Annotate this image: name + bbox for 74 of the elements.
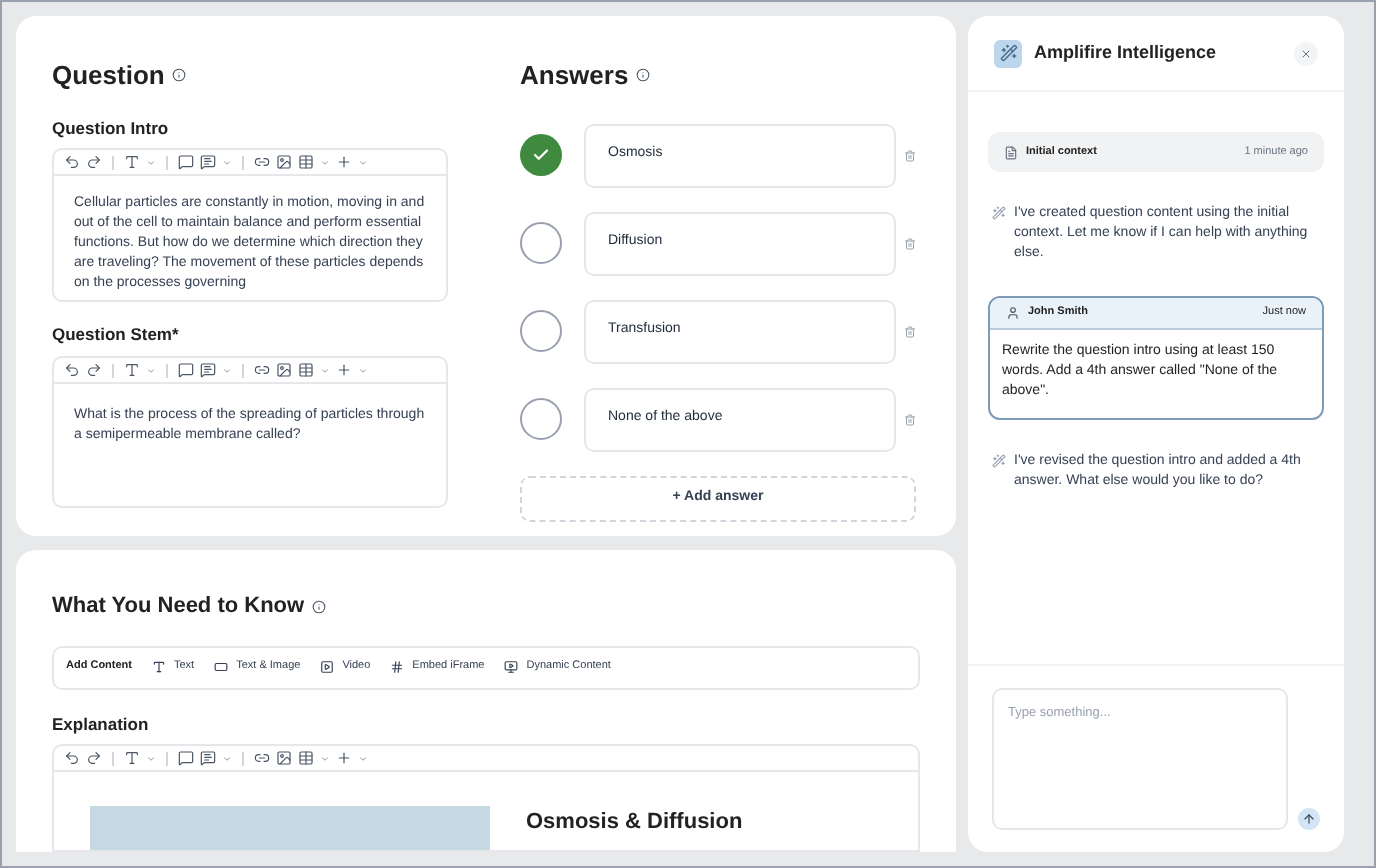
close-icon <box>1300 47 1312 59</box>
delete-icon[interactable] <box>904 413 916 425</box>
plus-icon[interactable] <box>336 362 352 378</box>
undo-icon[interactable] <box>64 750 80 767</box>
wand-icon <box>994 39 1022 67</box>
caret-icon <box>146 753 156 764</box>
image-icon[interactable] <box>276 362 292 378</box>
redo-icon[interactable] <box>86 750 102 767</box>
caret-icon <box>320 365 330 375</box>
delete-icon[interactable] <box>904 237 916 249</box>
redo-icon[interactable] <box>86 154 102 171</box>
comment-text-icon[interactable] <box>200 362 216 378</box>
caret-icon <box>222 157 232 168</box>
send-button[interactable] <box>1298 808 1320 830</box>
info-icon <box>312 599 327 614</box>
caret-icon <box>358 365 368 375</box>
text-icon <box>152 660 166 674</box>
link-icon[interactable] <box>254 154 270 171</box>
image-icon[interactable] <box>276 154 292 171</box>
video-icon <box>320 660 335 674</box>
caret-icon <box>320 157 330 168</box>
correct-answer-radio[interactable] <box>520 134 562 176</box>
comment-icon[interactable] <box>178 362 194 378</box>
answers-title: Answers <box>520 58 629 94</box>
info-icon <box>172 68 187 83</box>
plus-icon[interactable] <box>336 154 352 171</box>
rich-text-editor[interactable] <box>52 148 448 303</box>
text-style-icon[interactable] <box>124 750 140 767</box>
link-icon[interactable] <box>254 750 270 767</box>
table-icon[interactable] <box>298 362 314 378</box>
correct-answer-radio[interactable] <box>520 222 562 264</box>
field-label: Question Intro <box>52 115 171 141</box>
caret-icon <box>146 365 156 375</box>
wand-icon <box>992 454 1006 468</box>
redo-icon[interactable] <box>86 362 102 378</box>
comment-text-icon[interactable] <box>200 154 216 171</box>
correct-answer-radio[interactable] <box>520 310 562 352</box>
caret-icon <box>222 365 232 375</box>
image-icon[interactable] <box>276 750 292 767</box>
comment-text-icon[interactable] <box>200 750 216 767</box>
comment-icon[interactable] <box>178 154 194 171</box>
table-icon[interactable] <box>298 154 314 171</box>
hash-icon <box>390 660 405 674</box>
text-style-icon[interactable] <box>124 154 140 171</box>
comment-icon[interactable] <box>178 750 194 767</box>
caret-icon <box>358 753 368 764</box>
undo-icon[interactable] <box>64 362 80 378</box>
caret-icon <box>358 157 368 168</box>
table-icon[interactable] <box>298 750 314 767</box>
arrow-up-icon <box>1302 812 1317 826</box>
rich-text-editor[interactable]: Osmosis & Diffusion <box>52 744 920 852</box>
document-icon <box>1004 145 1018 159</box>
text-image-icon <box>214 660 229 674</box>
monitor-icon <box>504 660 519 674</box>
correct-answer-radio[interactable] <box>520 398 562 440</box>
caret-icon <box>320 753 330 764</box>
caret-icon <box>146 157 156 168</box>
field-label: Question Stem* <box>52 322 181 348</box>
link-icon[interactable] <box>254 362 270 378</box>
info-icon <box>636 68 651 83</box>
check-icon <box>532 146 550 164</box>
undo-icon[interactable] <box>64 154 80 171</box>
question-title: Question <box>52 58 165 94</box>
plus-icon[interactable] <box>336 750 352 767</box>
user-icon <box>1006 306 1020 320</box>
caret-icon <box>222 753 232 764</box>
text-style-icon[interactable] <box>124 362 140 378</box>
section-title: What You Need to Know <box>52 592 305 622</box>
field-label: Explanation <box>52 711 151 737</box>
explanation-heading: Osmosis & Diffusion <box>526 808 743 839</box>
delete-icon[interactable] <box>904 325 916 337</box>
panel-title: Amplifire Intelligence <box>1034 39 1219 66</box>
wand-icon <box>992 206 1006 220</box>
delete-icon[interactable] <box>904 149 916 161</box>
